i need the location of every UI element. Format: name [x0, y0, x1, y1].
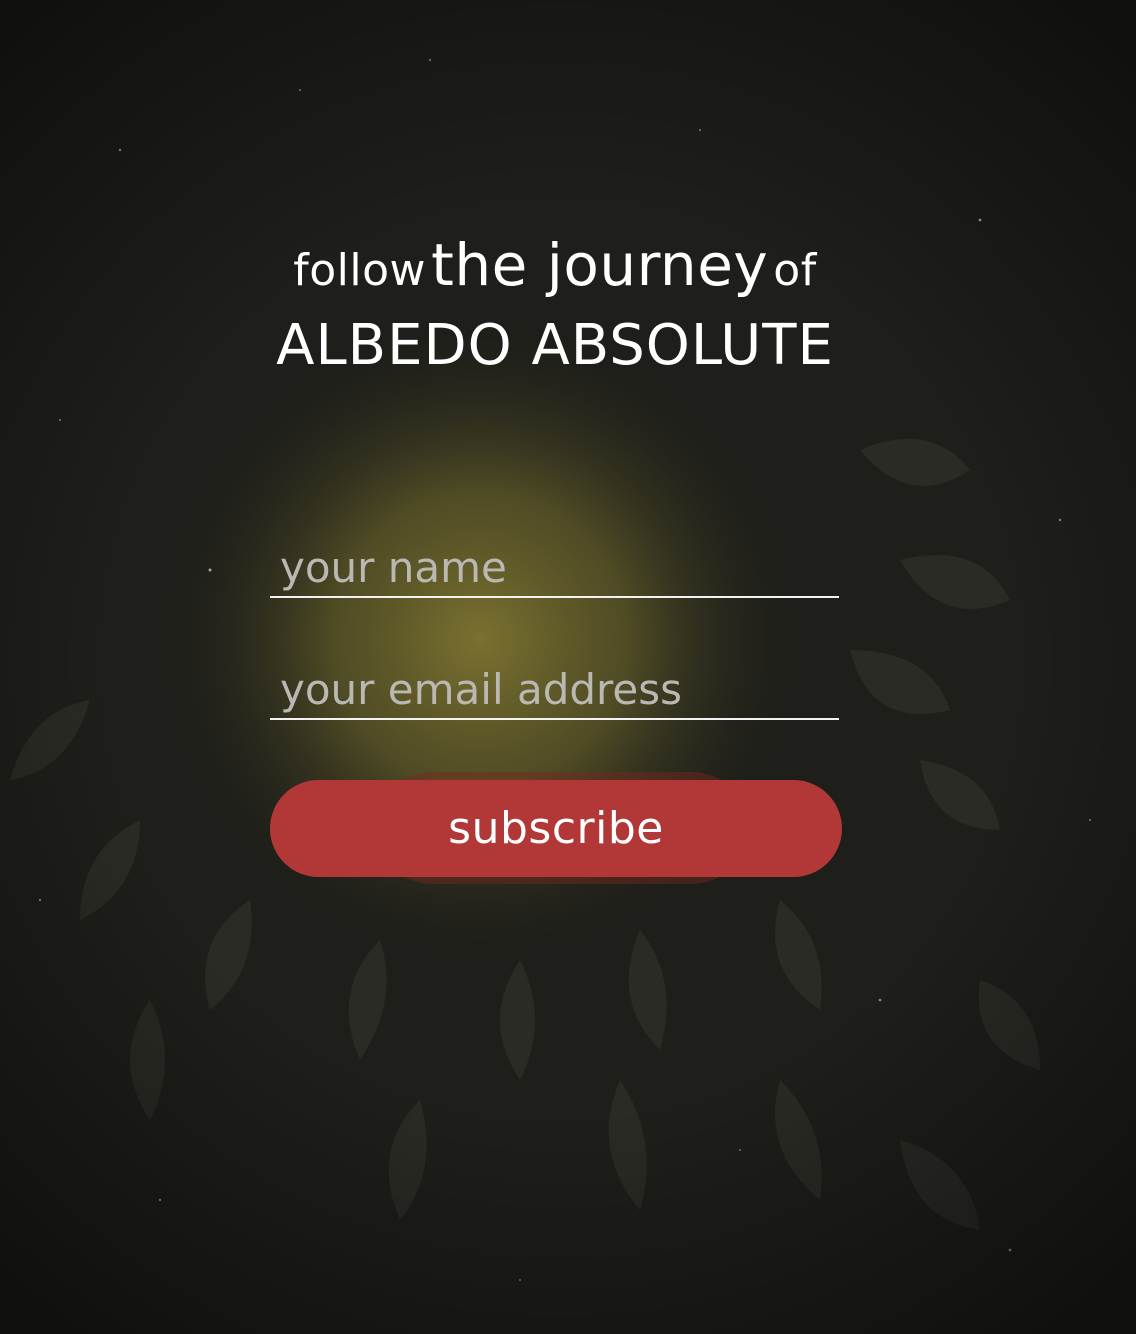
headline-tagline: follow the journey of [0, 236, 1110, 308]
headline-of: of [773, 245, 817, 296]
name-input[interactable] [270, 538, 839, 598]
page-title: follow the journey of ALBEDO ABSOLUTE [0, 236, 1110, 374]
subscribe-panel: follow the journey of ALBEDO ABSOLUTE su… [0, 0, 1136, 1334]
email-input[interactable] [270, 660, 839, 720]
headline-follow: follow [293, 245, 427, 296]
subscribe-button[interactable]: subscribe [270, 780, 842, 877]
headline-the-journey: the journey [431, 231, 769, 299]
headline-album-title: ALBEDO ABSOLUTE [276, 313, 834, 378]
